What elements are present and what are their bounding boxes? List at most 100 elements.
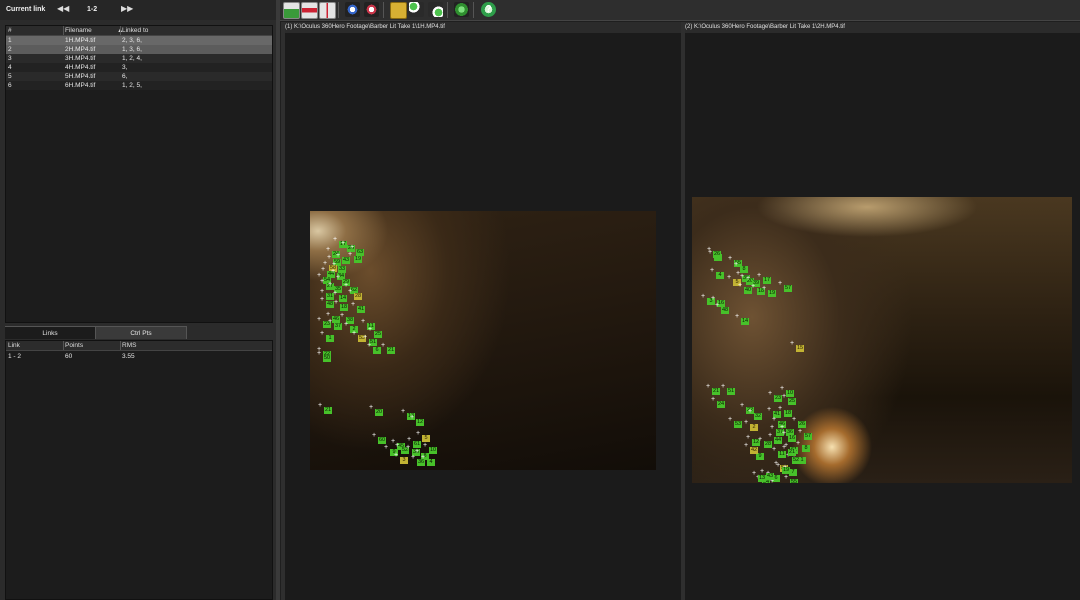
point-cross-icon[interactable]: + <box>710 267 714 274</box>
point-cross-icon[interactable]: + <box>333 290 337 297</box>
delete-points-icon[interactable] <box>301 2 318 19</box>
point-cross-icon[interactable]: + <box>320 288 324 295</box>
control-point-label[interactable]: 61 <box>413 441 422 448</box>
point-cross-icon[interactable]: + <box>336 252 340 259</box>
point-cross-icon[interactable]: + <box>369 404 373 411</box>
control-point-label[interactable]: 21 <box>788 449 797 456</box>
table-row[interactable]: 1 - 2 60 3.55 <box>6 352 272 361</box>
control-point-label[interactable]: 52 <box>792 457 801 464</box>
point-cross-icon[interactable]: + <box>372 432 376 439</box>
control-point-label[interactable]: 21 <box>712 388 721 395</box>
point-cross-icon[interactable]: + <box>344 321 348 328</box>
point-cross-icon[interactable]: + <box>752 470 756 477</box>
control-point-label[interactable]: 28 <box>764 441 773 448</box>
table-row[interactable]: 2 2H.MP4.tif 1, 3, 6, <box>6 45 272 54</box>
point-cross-icon[interactable]: + <box>368 326 372 333</box>
point-cross-icon[interactable]: + <box>740 402 744 409</box>
control-point-label[interactable]: 43 <box>342 257 351 264</box>
table-row[interactable]: 4 4H.MP4.tif 3, <box>6 63 272 72</box>
control-point-label[interactable]: 26 <box>713 251 722 258</box>
point-cross-icon[interactable]: + <box>701 293 705 300</box>
point-cross-icon[interactable]: + <box>321 266 325 273</box>
point-cross-icon[interactable]: + <box>711 295 715 302</box>
control-point-label[interactable]: 51 <box>727 388 736 395</box>
point-cross-icon[interactable]: + <box>423 442 427 449</box>
point-cross-icon[interactable]: + <box>327 254 331 261</box>
control-point-label[interactable]: 33 <box>338 266 347 273</box>
split-view-icon[interactable] <box>319 2 336 19</box>
point-cross-icon[interactable]: + <box>334 299 338 306</box>
header-link[interactable]: Link <box>8 342 20 349</box>
control-point-label[interactable]: 26 <box>798 421 807 428</box>
control-point-label[interactable]: 10 <box>786 390 795 397</box>
control-point-label[interactable]: 44 <box>774 437 783 444</box>
point-cross-icon[interactable]: + <box>326 246 330 253</box>
point-cross-icon[interactable]: + <box>320 296 324 303</box>
control-point-label[interactable]: 42 <box>750 447 759 454</box>
point-cross-icon[interactable]: + <box>727 274 731 281</box>
point-cross-icon[interactable]: + <box>331 268 335 275</box>
point-cross-icon[interactable]: + <box>332 261 336 268</box>
point-cross-icon[interactable]: + <box>352 330 356 337</box>
point-cross-icon[interactable]: + <box>760 468 764 475</box>
control-point-label[interactable]: 63 <box>356 249 365 256</box>
point-cross-icon[interactable]: + <box>772 446 776 453</box>
point-cross-icon[interactable]: + <box>780 385 784 392</box>
point-cross-icon[interactable]: + <box>320 330 324 337</box>
point-cross-icon[interactable]: + <box>715 302 719 309</box>
control-point-label[interactable]: 57 <box>784 285 793 292</box>
point-cross-icon[interactable]: + <box>746 275 750 282</box>
control-point-label[interactable]: 24 <box>717 401 726 408</box>
point-cross-icon[interactable]: + <box>767 406 771 413</box>
control-point-label[interactable]: 2 <box>750 424 758 431</box>
control-point-label[interactable]: 48 <box>326 301 335 308</box>
control-point-label[interactable]: 8 <box>802 445 810 452</box>
control-point-label[interactable]: 4 <box>427 459 435 466</box>
point-cross-icon[interactable]: + <box>776 462 780 469</box>
control-point-label[interactable]: 1 <box>326 335 334 342</box>
point-cross-icon[interactable]: + <box>792 416 796 423</box>
header-filename[interactable]: Filename <box>65 27 92 34</box>
arrow-left-icon[interactable]: ◀◀ <box>57 4 69 13</box>
control-point-label[interactable]: 21 <box>324 407 333 414</box>
control-point-label[interactable]: 18 <box>340 304 349 311</box>
point-cross-icon[interactable]: + <box>728 416 732 423</box>
point-cross-icon[interactable]: + <box>367 342 371 349</box>
control-point-label[interactable]: 41 <box>357 306 366 313</box>
control-point-label[interactable]: 32 <box>754 413 763 420</box>
point-cross-icon[interactable]: + <box>778 405 782 412</box>
point-cross-icon[interactable]: + <box>706 383 710 390</box>
point-cross-icon[interactable]: + <box>333 236 337 243</box>
point-cross-icon[interactable]: + <box>317 350 321 357</box>
control-point-label[interactable]: 28 <box>354 293 363 300</box>
control-point-label[interactable]: 25 <box>374 331 383 338</box>
save-icon[interactable] <box>283 2 300 19</box>
control-point-label[interactable]: 12 <box>416 419 425 426</box>
control-point-label[interactable]: 14 <box>741 318 750 325</box>
point-cross-icon[interactable]: + <box>407 436 411 443</box>
control-point-label[interactable]: 3 <box>400 457 408 464</box>
help-icon[interactable]: ? <box>481 2 496 17</box>
point-cross-icon[interactable]: + <box>381 342 385 349</box>
point-cross-icon[interactable]: + <box>320 278 324 285</box>
point-cross-icon[interactable]: + <box>770 424 774 431</box>
detect-points-icon[interactable] <box>345 2 360 17</box>
tab-links[interactable]: Links <box>5 326 95 339</box>
point-cross-icon[interactable]: + <box>782 430 786 437</box>
point-cross-icon[interactable]: + <box>406 444 410 451</box>
control-point-label[interactable]: 11 <box>778 451 786 458</box>
point-cross-icon[interactable]: + <box>734 261 738 268</box>
control-point-label[interactable]: 53 <box>734 421 743 428</box>
point-cross-icon[interactable]: + <box>394 452 398 459</box>
control-point-label[interactable]: 9 <box>756 453 764 460</box>
point-cross-icon[interactable]: + <box>744 442 748 449</box>
point-cross-icon[interactable]: + <box>757 272 761 279</box>
control-point-label[interactable]: 13 <box>758 475 767 482</box>
control-point-label[interactable]: 19 <box>354 256 363 263</box>
control-point-label[interactable]: 14 <box>339 295 348 302</box>
point-cross-icon[interactable]: + <box>782 444 786 451</box>
control-point-label[interactable]: 23 <box>774 395 783 402</box>
point-cross-icon[interactable]: + <box>728 255 732 262</box>
control-point-label[interactable]: 43 <box>766 473 775 480</box>
header-linked-to[interactable]: Linked to <box>122 27 148 34</box>
